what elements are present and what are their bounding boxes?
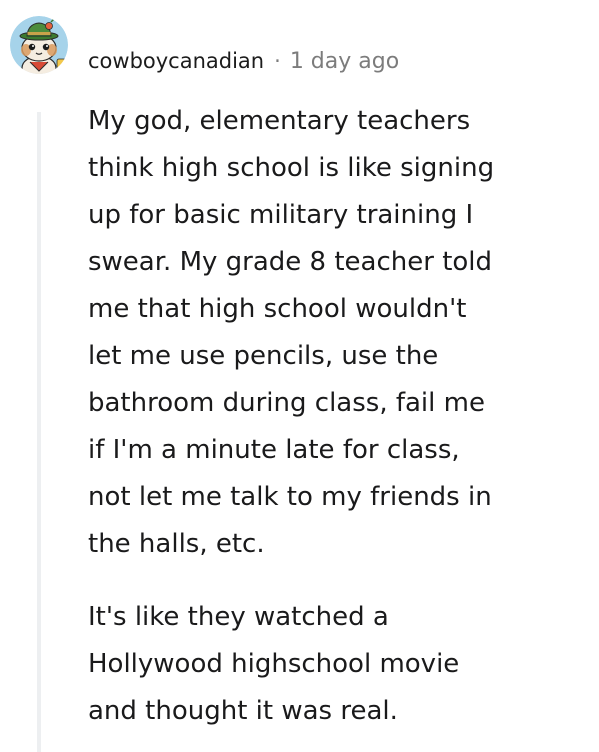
text-line: and thought it was real.	[88, 696, 398, 726]
text-line: My god, elementary teachers	[88, 106, 471, 136]
text-line: swear. My grade 8 teacher told	[88, 247, 493, 277]
comment-paragraph: My god, elementary teachers think high s…	[88, 98, 588, 568]
comment: cowboycanadian · 1 day ago My god, eleme…	[0, 0, 599, 752]
text-line: Hollywood highschool movie	[88, 649, 460, 679]
timestamp-link[interactable]: 1 day ago	[290, 49, 399, 74]
comment-paragraph: It's like they watched a Hollywood highs…	[88, 594, 588, 735]
comment-body: My god, elementary teachers think high s…	[88, 98, 588, 735]
thread-collapse-line[interactable]	[37, 112, 41, 752]
text-line: let me use pencils, use the	[88, 341, 439, 371]
text-line: the halls, etc.	[88, 529, 265, 559]
text-line: It's like they watched a	[88, 602, 389, 632]
snoo-avatar-icon	[10, 16, 68, 74]
text-line: me that high school wouldn't	[88, 294, 467, 324]
text-line: not let me talk to my friends in	[88, 482, 492, 512]
text-line: bathroom during class, fail me	[88, 388, 485, 418]
text-line: up for basic military training I	[88, 200, 474, 230]
user-avatar[interactable]	[10, 16, 68, 74]
username-link[interactable]: cowboycanadian	[88, 49, 264, 73]
text-line: if I'm a minute late for class,	[88, 435, 460, 465]
text-line: think high school is like signing	[88, 153, 495, 183]
meta-separator: ·	[274, 49, 281, 73]
comment-meta: cowboycanadian · 1 day ago	[88, 44, 399, 78]
